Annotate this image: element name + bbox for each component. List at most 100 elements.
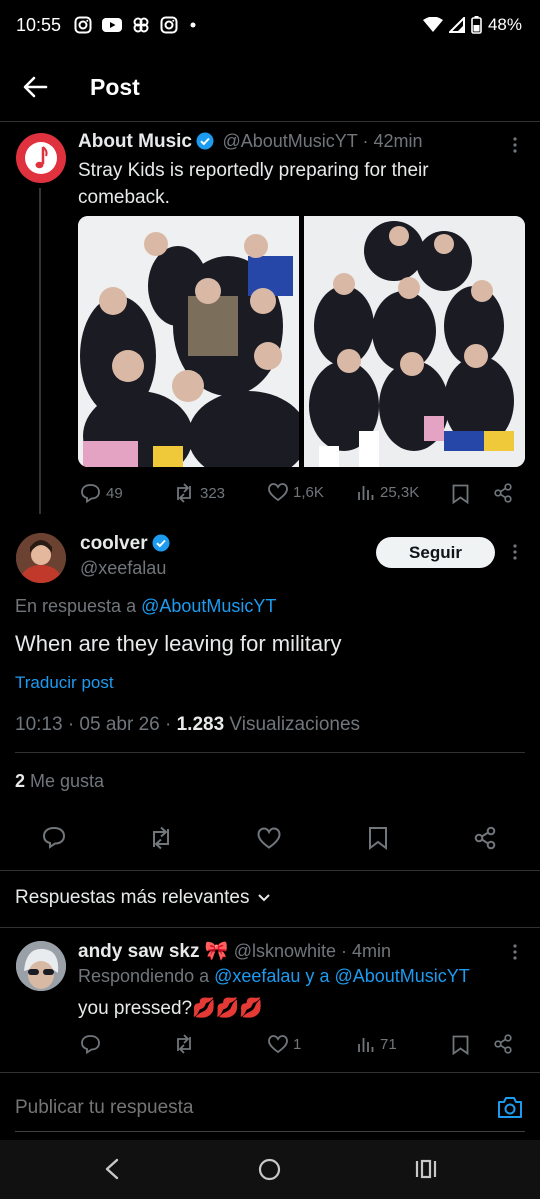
reply-text-emoji: 💋💋💋 — [192, 998, 264, 1019]
more-icon[interactable] — [505, 135, 525, 155]
reply-composer[interactable] — [0, 1078, 540, 1138]
music-note-icon — [25, 142, 57, 174]
translate-link[interactable]: Traducir post — [15, 673, 114, 693]
follow-button[interactable]: Seguir — [376, 537, 495, 568]
status-time: 10:55 — [16, 15, 62, 35]
author-name[interactable]: coolver — [80, 533, 148, 554]
input-underline — [15, 1131, 525, 1132]
reply-context: En respuesta a @AboutMusicYT — [15, 596, 276, 617]
author-name[interactable]: andy saw skz — [78, 941, 199, 962]
reply-button[interactable]: 49 — [80, 483, 123, 503]
views-icon — [358, 1038, 374, 1052]
reply-prefix: En respuesta a — [15, 596, 142, 616]
author-meta: @AboutMusicYT · 42min — [222, 131, 423, 151]
heart-icon — [268, 483, 288, 501]
reply-icon[interactable] — [80, 1034, 101, 1054]
views-count: 1.283 — [176, 714, 225, 735]
views-icon — [358, 486, 374, 500]
views-count: 25,3K — [380, 483, 420, 501]
views-button[interactable]: 25,3K — [357, 483, 419, 501]
views-label: Visualizaciones — [224, 714, 361, 735]
status-right: 48% — [422, 15, 522, 35]
instagram-icon — [74, 16, 92, 34]
profile-photo-image — [16, 533, 66, 583]
post-text: When are they leaving for military — [15, 631, 342, 656]
battery-icon — [471, 16, 482, 34]
like-count: 1,6K — [293, 483, 324, 501]
back-nav-icon[interactable] — [104, 1158, 120, 1180]
heart-icon[interactable] — [257, 827, 281, 849]
author-name[interactable]: About Music — [78, 131, 192, 152]
share-icon[interactable] — [473, 826, 497, 850]
repost-icon[interactable] — [148, 826, 174, 850]
share-icon[interactable] — [493, 483, 513, 503]
bookmark-icon[interactable] — [452, 484, 469, 504]
repost-icon — [177, 483, 191, 503]
system-nav-bar — [0, 1140, 540, 1199]
bookmark-icon[interactable] — [368, 826, 388, 850]
like-count: 1 — [293, 1035, 302, 1053]
reply-to-link[interactable]: @AboutMusicYT — [141, 596, 276, 616]
camera-icon[interactable] — [497, 1096, 523, 1119]
post-author: coolver — [80, 533, 170, 555]
avatar[interactable] — [16, 133, 66, 183]
sort-label: Respuestas más relevantes — [15, 887, 250, 908]
verified-badge-icon — [152, 534, 170, 552]
more-icon[interactable] — [505, 542, 525, 562]
author-meta: @lsknowhite · 4min — [233, 941, 392, 961]
bookmark-icon[interactable] — [452, 1035, 469, 1055]
back-arrow-icon[interactable] — [22, 74, 48, 100]
views-count: 71 — [380, 1035, 397, 1053]
reply-icon — [81, 484, 100, 503]
divider — [15, 752, 525, 753]
share-icon[interactable] — [493, 1034, 513, 1054]
status-bar: 10:55 48% — [0, 0, 540, 52]
instagram-icon — [160, 16, 178, 34]
likes-count: 2 — [15, 771, 26, 791]
reply-text: you pressed?💋💋💋 — [78, 996, 263, 1020]
reply-header: andy saw skz 🎀 @lsknowhite · 4min — [78, 939, 391, 963]
reply-text-content: you pressed? — [78, 998, 193, 1019]
repost-icon[interactable] — [173, 1034, 195, 1054]
responding-to-link[interactable]: @xeefalau y a @AboutMusicYT — [214, 966, 470, 986]
divider — [0, 870, 540, 871]
author-handle[interactable]: @xeefalau — [80, 558, 166, 579]
app-icon — [133, 17, 149, 33]
post-time: 10:13 · 05 abr 26 · — [15, 714, 177, 735]
more-icon[interactable] — [505, 942, 525, 962]
reply-input[interactable] — [15, 1088, 475, 1128]
verified-badge-icon — [196, 132, 214, 150]
recents-nav-icon[interactable] — [415, 1159, 437, 1179]
post-text: Stray Kids is reportedly preparing for t… — [78, 160, 429, 208]
reply-count: 49 — [106, 484, 123, 502]
repost-button[interactable]: 323 — [173, 483, 225, 503]
like-button[interactable]: 1,6K — [268, 483, 324, 501]
group-photo-image — [304, 216, 525, 467]
home-nav-icon[interactable] — [258, 1158, 281, 1181]
repost-count: 323 — [200, 484, 226, 502]
post-image-1[interactable] — [78, 216, 299, 467]
post-image-2[interactable] — [304, 216, 525, 467]
divider — [0, 1072, 540, 1073]
heart-icon — [268, 1035, 288, 1053]
signal-icon — [448, 17, 465, 33]
replies-sort-dropdown[interactable]: Respuestas más relevantes — [15, 887, 271, 909]
like-button[interactable]: 1 — [268, 1035, 301, 1053]
post-timestamp: 10:13 · 05 abr 26 · 1.283 Visualizacione… — [15, 714, 360, 736]
responding-context: Respondiendo a @xeefalau y a @AboutMusic… — [78, 966, 470, 987]
youtube-icon — [102, 18, 122, 32]
battery-level: 48% — [487, 15, 522, 34]
chevron-down-icon — [258, 894, 271, 902]
responding-prefix: Respondiendo a — [78, 966, 215, 986]
likes-summary[interactable]: 2 Me gusta — [15, 771, 104, 792]
avatar[interactable] — [16, 533, 66, 583]
views-button[interactable]: 71 — [357, 1035, 397, 1053]
author-emoji: 🎀 — [204, 941, 229, 962]
likes-label: Me gusta — [25, 771, 105, 791]
divider — [0, 121, 540, 122]
group-photo-image — [78, 216, 299, 467]
avatar[interactable] — [16, 941, 66, 991]
notification-icons — [74, 16, 198, 34]
wifi-icon — [422, 17, 443, 32]
reply-icon[interactable] — [42, 826, 66, 849]
